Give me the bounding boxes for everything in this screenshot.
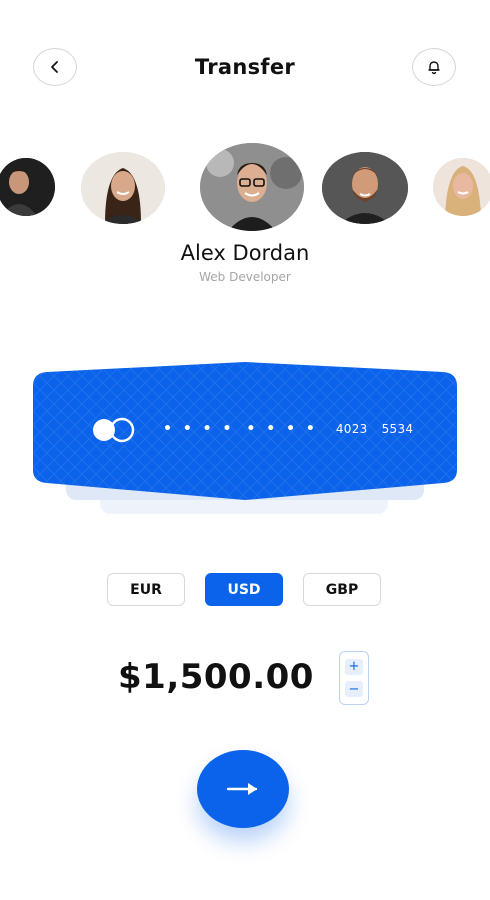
avatar-photo-icon <box>200 143 304 231</box>
card-masked-group: • • • • <box>163 421 235 437</box>
contact-avatar-selected[interactable] <box>200 143 304 231</box>
avatar-photo-icon <box>81 152 165 224</box>
contact-avatar[interactable] <box>433 158 490 216</box>
amount-stepper: + − <box>339 651 369 705</box>
bell-icon <box>428 61 440 75</box>
avatar-photo-icon <box>0 158 55 216</box>
arrow-right-icon <box>226 783 258 795</box>
currency-eur-button[interactable]: EUR <box>107 573 185 606</box>
send-transfer-button[interactable] <box>197 750 289 828</box>
avatar-photo-icon <box>433 158 490 216</box>
card-masked-group: • • • • <box>246 421 318 437</box>
avatar-photo-icon <box>322 152 408 224</box>
card-digits-group: 4023 <box>335 422 368 436</box>
card-number: • • • • • • • • 4023 5534 <box>163 421 413 437</box>
contact-name: Alex Dordan <box>180 241 310 265</box>
contact-avatar[interactable] <box>322 152 408 224</box>
currency-selector: EUR USD GBP <box>0 573 490 606</box>
card-brand-logo-icon <box>93 417 135 443</box>
increase-button[interactable]: + <box>345 658 363 675</box>
decrease-button[interactable]: − <box>345 681 363 698</box>
notifications-button[interactable] <box>412 48 456 86</box>
currency-usd-button[interactable]: USD <box>205 573 283 606</box>
transfer-amount: $1,500.00 <box>118 657 314 697</box>
contacts-carousel <box>0 140 490 240</box>
contact-avatar[interactable] <box>0 158 55 216</box>
contact-role: Web Developer <box>199 270 291 284</box>
contact-avatar[interactable] <box>81 152 165 224</box>
card-digits-group: 5534 <box>381 422 414 436</box>
currency-gbp-button[interactable]: GBP <box>303 573 381 606</box>
